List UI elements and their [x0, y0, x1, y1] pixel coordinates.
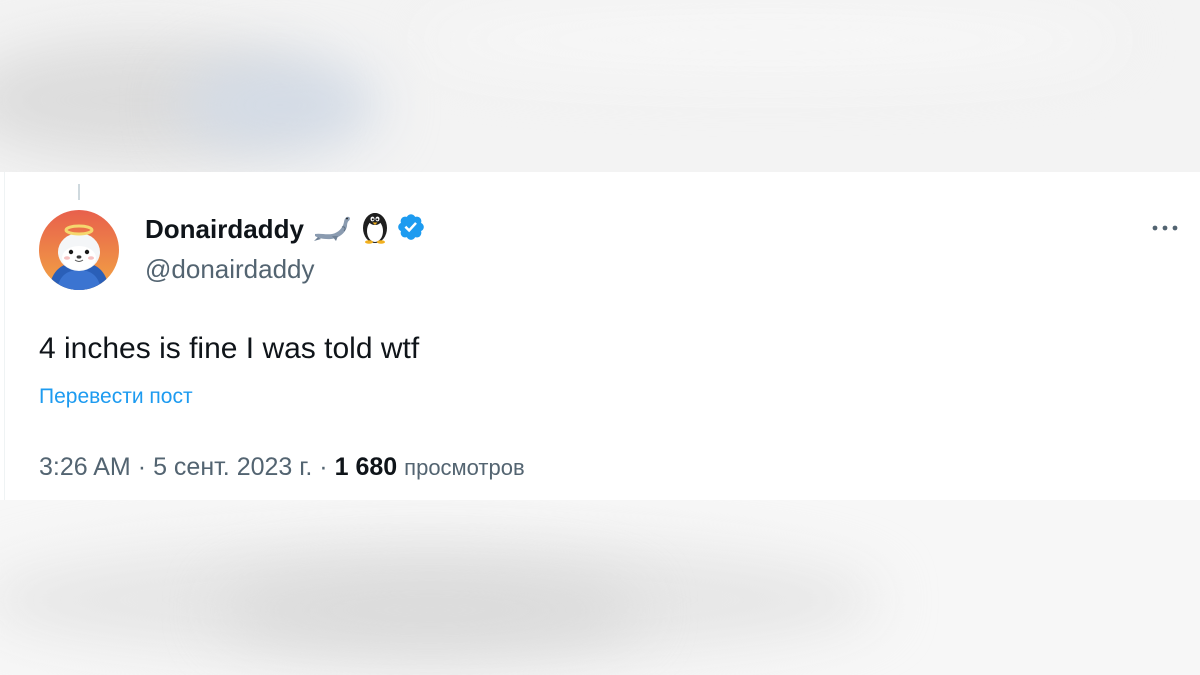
author-handle[interactable]: @donairdaddy: [145, 254, 315, 285]
penguin-icon: [360, 210, 390, 249]
verified-badge-icon[interactable]: [396, 212, 426, 247]
seal-icon: [312, 212, 352, 247]
blurred-background-bottom: [0, 500, 1200, 675]
display-name[interactable]: Donairdaddy: [145, 214, 304, 245]
blurred-background-top: [0, 0, 1200, 172]
tweet-date[interactable]: 5 сент. 2023 г.: [153, 453, 312, 482]
tweet-text: 4 inches is fine I was told wtf: [39, 332, 420, 365]
thread-connector-line: [78, 184, 80, 200]
views-count: 1 680: [334, 453, 398, 481]
translate-post-link[interactable]: Перевести пост: [39, 385, 193, 409]
tweet-metadata: 3:26 AM · 5 сент. 2023 г. · 1 680 просмо…: [39, 453, 525, 482]
separator-dot: ·: [137, 453, 147, 481]
more-options-icon[interactable]: [1145, 216, 1185, 240]
screenshot-stage: Donairdaddy @donairdaddy 4 inches is fin…: [0, 0, 1200, 675]
tweet-time[interactable]: 3:26 AM: [39, 453, 131, 482]
avatar[interactable]: [39, 210, 119, 290]
author-name-row[interactable]: Donairdaddy: [145, 212, 426, 246]
separator-dot: ·: [319, 453, 328, 481]
tweet-card[interactable]: Donairdaddy @donairdaddy 4 inches is fin…: [4, 172, 1200, 500]
views-label: просмотров: [404, 455, 525, 480]
